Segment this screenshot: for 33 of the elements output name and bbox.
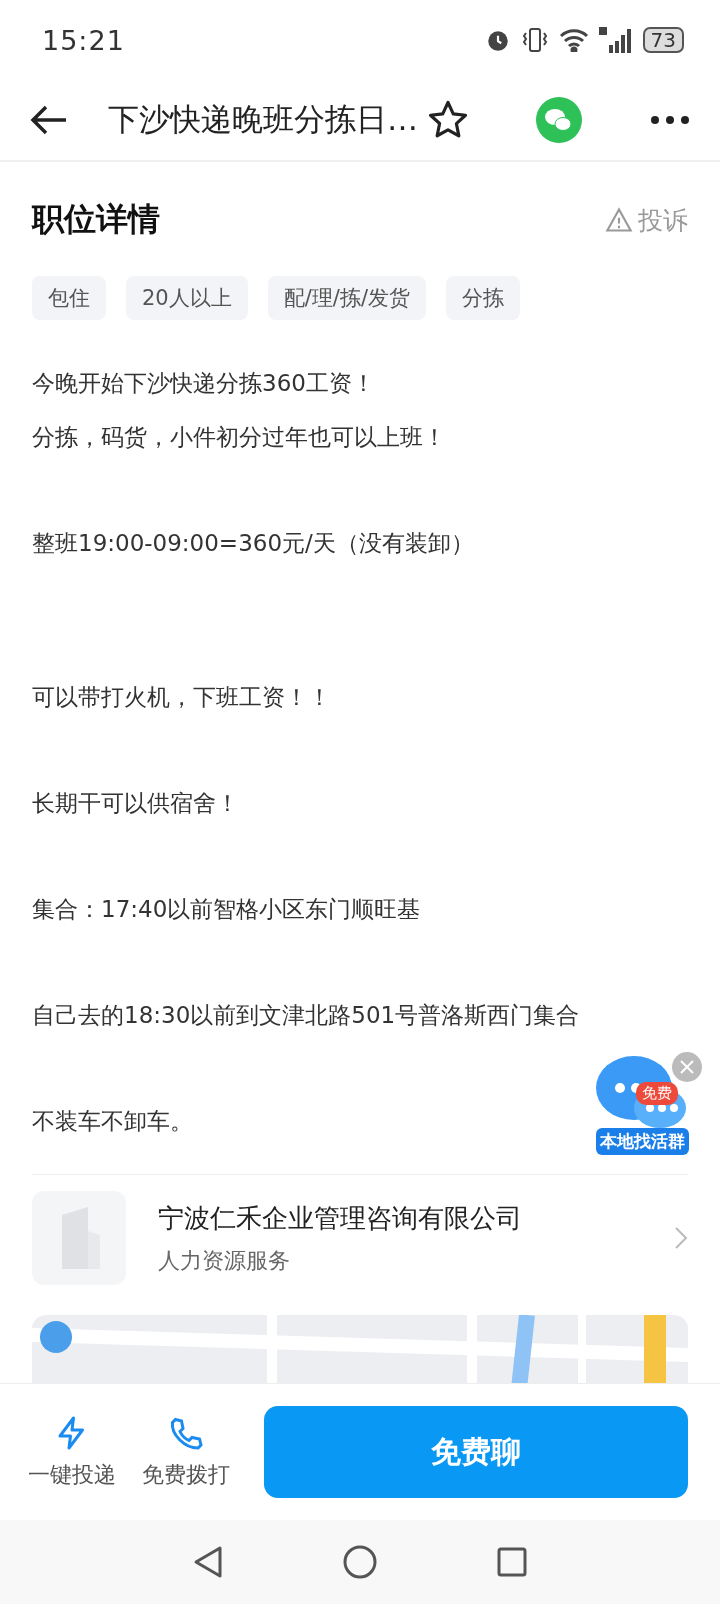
job-tag: 20人以上 xyxy=(126,276,248,320)
free-badge: 免费 xyxy=(636,1082,678,1105)
warning-icon xyxy=(604,206,634,234)
vibrate-icon xyxy=(520,27,549,53)
back-arrow-icon[interactable] xyxy=(30,104,68,136)
description-line: 分拣，码货，小件初分过年也可以上班！ xyxy=(32,423,446,452)
job-tag: 配/理/拣/发货 xyxy=(267,276,426,320)
description-line: 可以带打火机，下班工资！！ xyxy=(32,683,331,712)
building-icon xyxy=(32,1191,126,1285)
battery-level: 73 xyxy=(642,27,684,53)
recents-nav-icon[interactable] xyxy=(497,1547,527,1577)
action-button[interactable]: 免费拨打 xyxy=(142,1414,230,1490)
description-line: 今晚开始下沙快递分拣360工资！ xyxy=(32,369,375,398)
local-jobs-group-label[interactable]: 本地找活群 xyxy=(595,1128,689,1155)
wifi-icon xyxy=(558,28,589,52)
action-button[interactable]: 一键投递 xyxy=(28,1414,116,1490)
more-icon[interactable] xyxy=(650,115,690,125)
description-line: 集合：17:40以前智格小区东门顺旺基 xyxy=(32,895,421,924)
home-nav-icon[interactable] xyxy=(343,1545,377,1579)
company-name[interactable]: 宁波仁禾企业管理咨询有限公司 xyxy=(158,1200,642,1236)
job-tag: 包住 xyxy=(32,276,106,320)
description-line: 长期干可以供宿舍！ xyxy=(32,789,239,818)
close-icon xyxy=(680,1060,694,1074)
job-tag: 分拣 xyxy=(445,276,520,320)
page-title: 下沙快递晚班分拣日… xyxy=(108,100,419,139)
description-line: 不装车不卸车。 xyxy=(32,1107,193,1136)
section-title: 职位详情 xyxy=(32,199,160,240)
status-time: 15:21 xyxy=(42,24,125,56)
back-nav-icon[interactable] xyxy=(193,1545,223,1579)
signal-icon xyxy=(598,27,633,53)
description-line: 整班19:00-09:00=360元/天（没有装卸） xyxy=(32,529,474,558)
description-line: 自己去的18:30以前到文津北路501号普洛斯西门集合 xyxy=(32,1001,580,1030)
company-industry: 人力资源服务 xyxy=(158,1246,291,1275)
